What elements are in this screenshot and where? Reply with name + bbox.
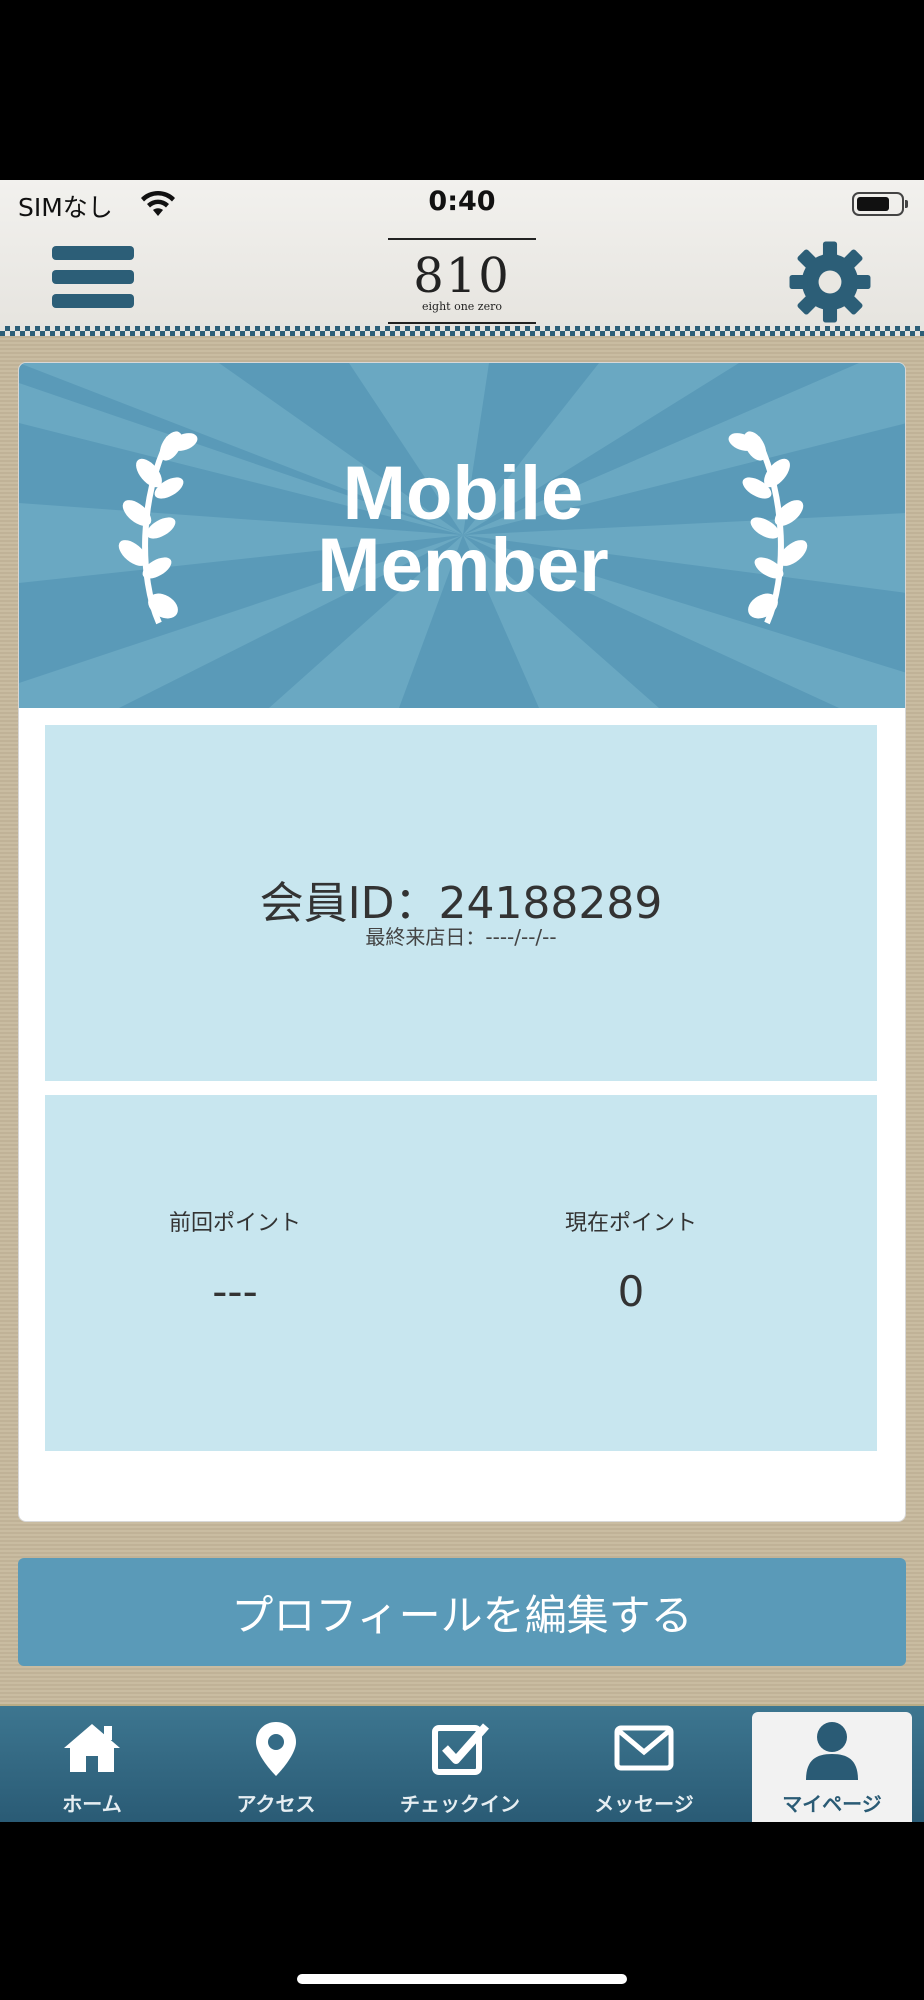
banner-title: Mobile Member <box>19 451 905 608</box>
edit-profile-button[interactable]: プロフィールを編集する <box>18 1558 906 1666</box>
bottom-tab-bar: ホーム アクセス チェックイン メッセージ マイページ <box>0 1704 924 1824</box>
logo-main-text: 810 <box>413 248 511 304</box>
current-points-label: 現在ポイント <box>564 1211 697 1236</box>
tab-message[interactable]: メッセージ <box>552 1706 736 1824</box>
tab-mypage[interactable]: マイページ <box>752 1712 912 1824</box>
hamburger-line <box>52 270 134 284</box>
checkbox-icon <box>432 1723 489 1775</box>
previous-points: 前回ポイント --- <box>85 1205 385 1316</box>
top-black-area <box>0 0 924 180</box>
logo-rule-bottom <box>388 322 536 324</box>
tab-access-label: アクセス <box>236 1792 316 1816</box>
hamburger-line <box>52 246 134 260</box>
tab-mypage-label: マイページ <box>782 1792 882 1816</box>
home-icon <box>64 1724 120 1772</box>
app-logo: 810 eight one zero <box>388 238 536 326</box>
previous-points-value: --- <box>212 1267 258 1316</box>
map-pin-icon <box>256 1722 296 1776</box>
logo-rule-top <box>388 238 536 240</box>
member-banner: Mobile Member <box>19 363 905 708</box>
logo-sub-text: eight one zero <box>422 300 502 313</box>
banner-title-line2: Member <box>317 523 609 608</box>
current-points-value: 0 <box>617 1267 645 1316</box>
member-id-panel: 会員ID：24188289 最終来店日：----/--/-- <box>45 725 877 1081</box>
header-checker-border <box>0 326 924 336</box>
home-indicator[interactable] <box>297 1974 627 1984</box>
menu-button[interactable] <box>52 246 134 316</box>
gear-icon[interactable] <box>786 238 874 326</box>
points-panel: 前回ポイント --- 現在ポイント 0 <box>45 1095 877 1451</box>
app-header: SIMなし 0:40 810 eight one zero <box>0 180 924 330</box>
previous-points-label: 前回ポイント <box>168 1211 301 1236</box>
tab-home-label: ホーム <box>62 1792 122 1816</box>
hamburger-line <box>52 294 134 308</box>
user-icon <box>806 1722 858 1780</box>
tab-checkin[interactable]: チェックイン <box>368 1706 552 1824</box>
tab-message-label: メッセージ <box>594 1792 694 1816</box>
tab-home[interactable]: ホーム <box>0 1706 184 1824</box>
battery-icon <box>852 192 908 216</box>
main-content: Mobile Member 会員ID：24188289 最終来店日：----/-… <box>0 336 924 1704</box>
mail-icon <box>614 1725 674 1771</box>
status-bar: SIMなし 0:40 <box>0 180 924 230</box>
tab-checkin-label: チェックイン <box>400 1792 520 1816</box>
tab-access[interactable]: アクセス <box>184 1706 368 1824</box>
member-card: Mobile Member 会員ID：24188289 最終来店日：----/-… <box>18 362 906 1522</box>
current-points: 現在ポイント 0 <box>481 1205 781 1316</box>
banner-title-line1: Mobile <box>342 451 584 536</box>
status-time: 0:40 <box>428 186 496 217</box>
last-visit-date: 最終来店日：----/--/-- <box>365 925 557 949</box>
